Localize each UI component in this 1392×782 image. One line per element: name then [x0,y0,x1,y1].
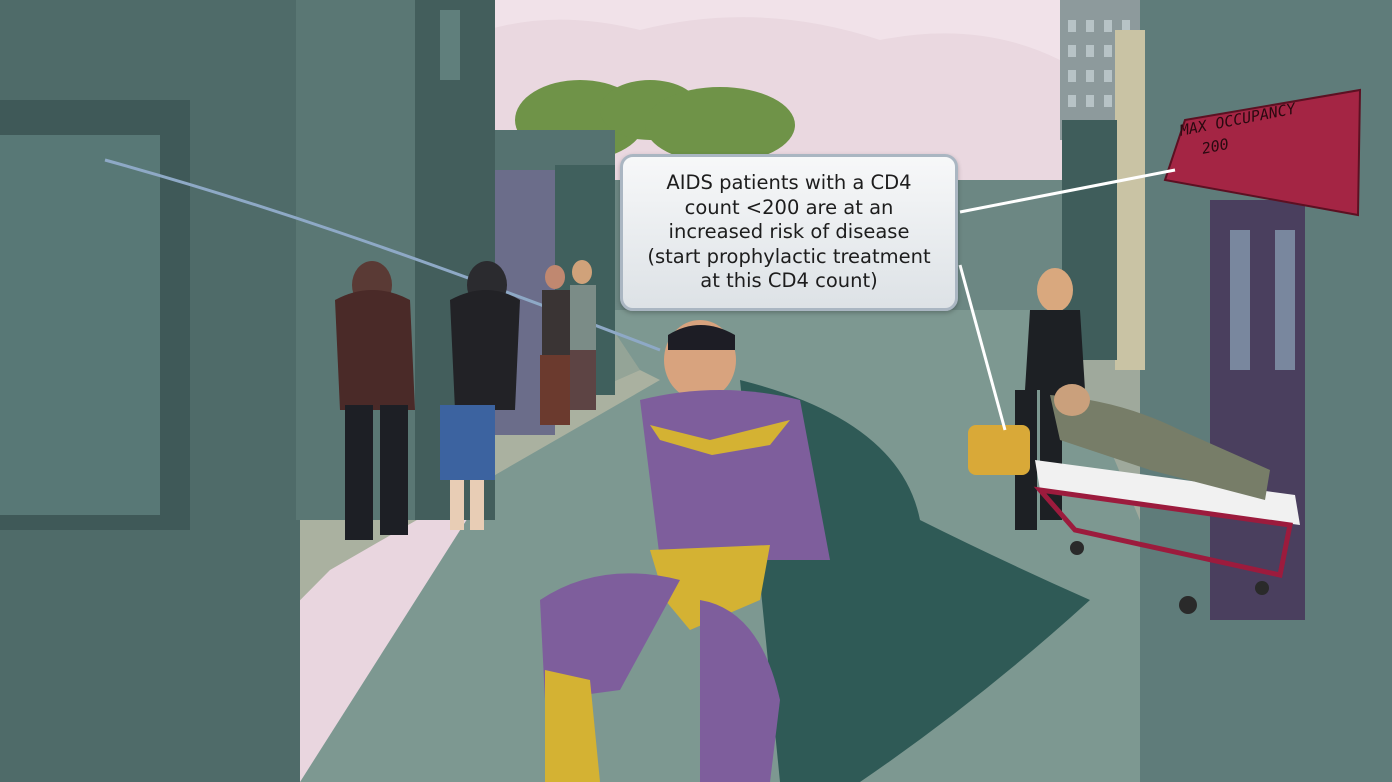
callout-line-4: (start prophylactic treatment [647,244,931,268]
door-glass [1230,230,1250,370]
distant-roof [495,130,615,170]
callout-line-3: increased risk of disease [668,220,910,244]
right-column [1115,30,1145,370]
medical-bag [968,425,1030,475]
alley-illustration [0,0,1392,782]
callout-line-2: count <200 are at an [684,195,894,219]
building-window [440,10,460,80]
cd4-info-callout: AIDS patients with a CD4 count <200 are … [620,154,958,311]
door-glass [1275,230,1295,370]
callout-line-1: AIDS patients with a CD4 [666,171,912,195]
comic-scene: AIDS patients with a CD4 count <200 are … [0,0,1392,782]
callout-line-5: at this CD4 count) [700,269,878,293]
shop-window [0,135,160,515]
